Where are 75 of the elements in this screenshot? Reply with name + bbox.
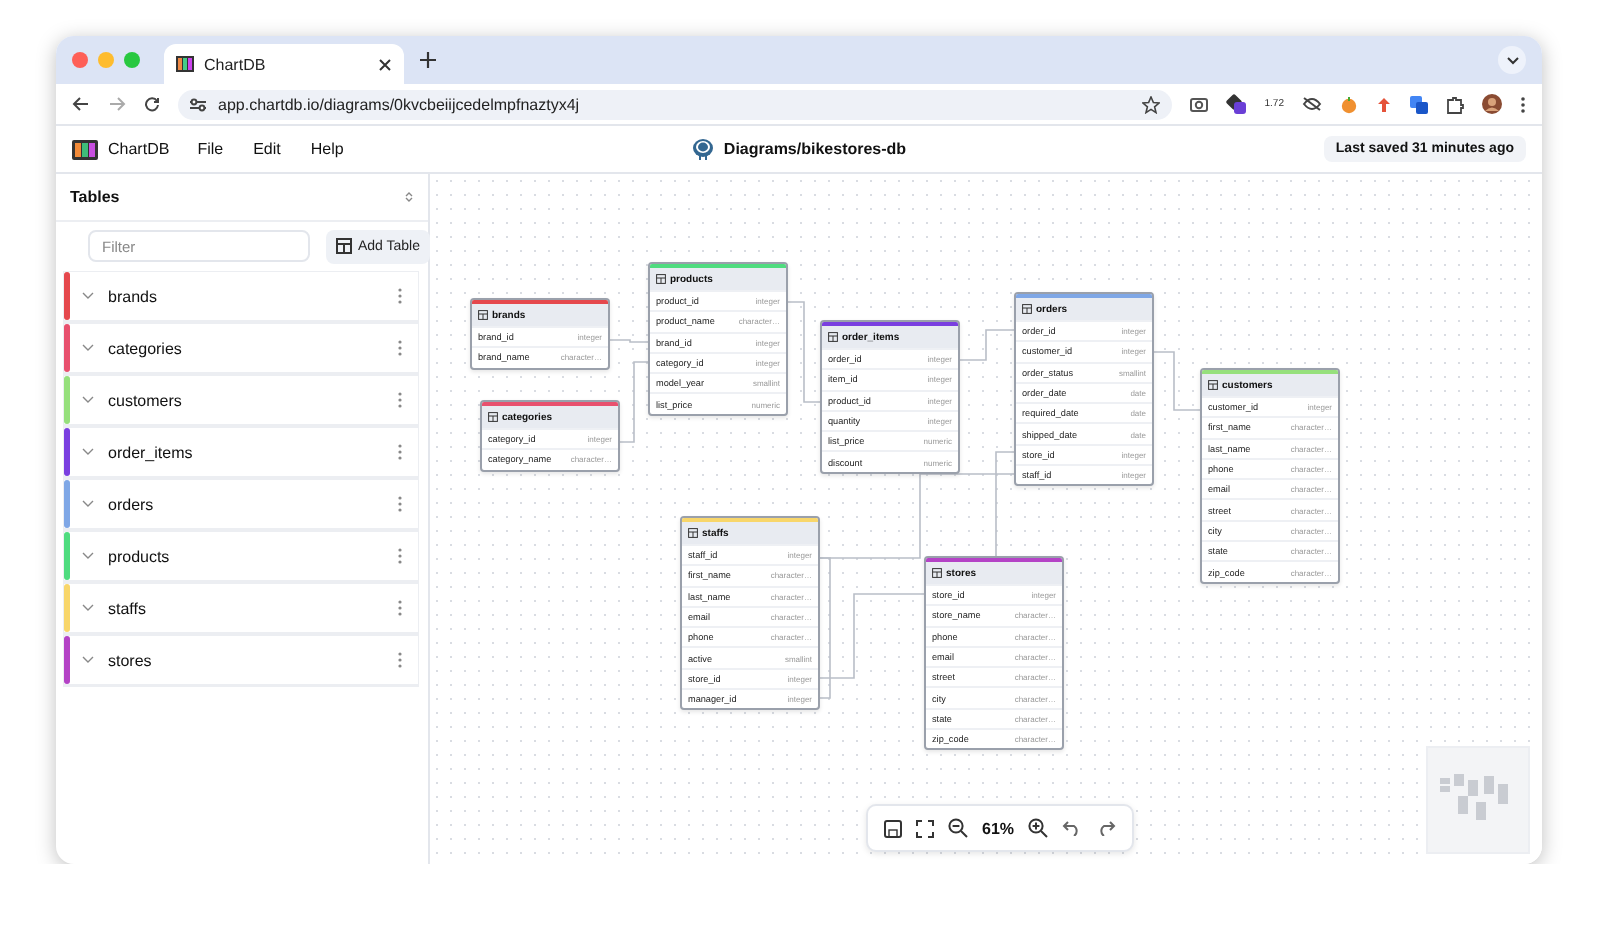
- back-icon[interactable]: [72, 96, 90, 112]
- chevron-down-icon[interactable]: [82, 552, 94, 560]
- avatar-icon[interactable]: [1482, 94, 1502, 114]
- save-icon[interactable]: [884, 819, 902, 837]
- relationship-line: [609, 339, 649, 343]
- redo-icon[interactable]: [1096, 820, 1117, 836]
- chevron-down-icon[interactable]: [82, 396, 94, 404]
- app-name: ChartDB: [108, 140, 170, 158]
- close-icon[interactable]: [378, 57, 392, 71]
- eye-off-icon[interactable]: [1302, 96, 1322, 112]
- address-bar[interactable]: app.chartdb.io/diagrams/0kvcbeiijcedelmpfnaztyx4j: [178, 89, 1173, 119]
- reload-icon[interactable]: [144, 96, 160, 112]
- zoom-level: 61%: [982, 819, 1015, 837]
- chevron-down-icon[interactable]: [82, 656, 94, 664]
- menu-item[interactable]: Help: [310, 140, 344, 158]
- table-icon: [488, 412, 498, 422]
- chevron-down-icon[interactable]: [82, 344, 94, 352]
- table-icon: [932, 568, 942, 578]
- upload-arrow-icon[interactable]: [1376, 95, 1392, 113]
- table-name: order_items: [108, 443, 195, 461]
- puzzle-icon[interactable]: [1446, 95, 1464, 113]
- table-name: orders: [108, 495, 156, 513]
- sort-arrows-icon[interactable]: [404, 190, 414, 204]
- database-elephant-icon: [691, 138, 714, 160]
- relationship-line: [617, 361, 649, 443]
- diagram-title: Diagrams/bikestores-db: [723, 140, 907, 158]
- table-name: stores: [108, 651, 154, 669]
- table-list-item[interactable]: staffs: [64, 584, 418, 634]
- relationship-line: [787, 301, 821, 403]
- bookmark-star-icon[interactable]: [1142, 95, 1161, 113]
- table-icon: [1208, 380, 1218, 390]
- table-list-item[interactable]: order_items: [64, 428, 418, 478]
- table-list-item[interactable]: brands: [64, 272, 418, 322]
- table-list-item[interactable]: orders: [64, 480, 418, 530]
- browser-tab[interactable]: ChartDB: [164, 44, 404, 84]
- table-name: categories: [108, 339, 184, 357]
- table-list-item[interactable]: stores: [64, 636, 418, 686]
- site-info-icon[interactable]: [190, 97, 206, 111]
- table-icon: [656, 274, 666, 284]
- more-menu-icon[interactable]: [1520, 95, 1526, 113]
- table-icon: [1022, 304, 1032, 314]
- tab-list-button[interactable]: [1498, 46, 1526, 74]
- chevron-down-icon[interactable]: [82, 604, 94, 612]
- relationship-line: [1153, 351, 1201, 411]
- zoom-in-icon[interactable]: [1028, 818, 1049, 838]
- menu-item[interactable]: File: [197, 140, 224, 158]
- app-logo-icon: [72, 139, 98, 159]
- table-name: staffs: [108, 599, 148, 617]
- camera-icon[interactable]: [1190, 96, 1209, 112]
- chevron-down-icon: [1505, 55, 1519, 65]
- close-window-icon[interactable]: [72, 52, 88, 68]
- table-list-item[interactable]: categories: [64, 324, 418, 374]
- extension-icon[interactable]: [1226, 94, 1247, 114]
- table-icon: [688, 528, 698, 538]
- chevron-down-icon[interactable]: [82, 500, 94, 508]
- zoom-out-icon[interactable]: [948, 818, 968, 838]
- table-list-item[interactable]: products: [64, 532, 418, 582]
- panel-title: Tables: [70, 188, 120, 206]
- chevron-down-icon[interactable]: [82, 292, 94, 300]
- table-icon: [478, 310, 488, 320]
- undo-icon[interactable]: [1062, 820, 1083, 836]
- table-name: customers: [108, 391, 184, 409]
- forward-icon[interactable]: [108, 96, 126, 112]
- relationship-line: [959, 329, 1015, 361]
- table-name: products: [108, 547, 172, 565]
- menu-item[interactable]: Edit: [253, 140, 281, 158]
- table-list-item[interactable]: customers: [64, 376, 418, 426]
- fit-view-icon[interactable]: [916, 819, 934, 837]
- table-name: brands: [108, 287, 159, 305]
- chevron-down-icon[interactable]: [82, 448, 94, 456]
- new-tab-icon[interactable]: [420, 52, 436, 68]
- app-logo-icon: [176, 56, 194, 72]
- table-icon: [336, 238, 352, 254]
- translate-icon[interactable]: [1410, 95, 1428, 113]
- table-icon: [828, 332, 838, 342]
